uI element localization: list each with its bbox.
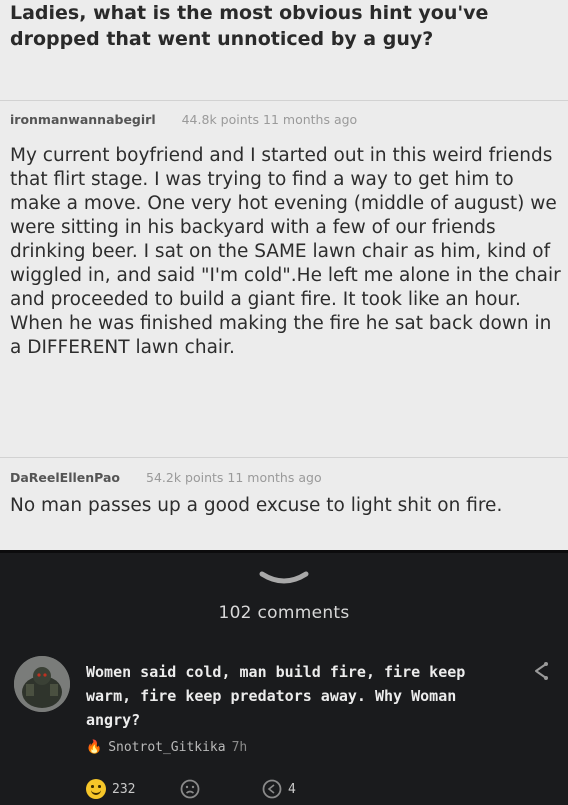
divider <box>0 457 568 458</box>
reply-body: No man passes up a good excuse to light … <box>10 495 503 516</box>
reply-count: 4 <box>288 781 296 797</box>
comment-body: My current boyfriend and I started out i… <box>10 145 561 358</box>
happy-reaction-icon <box>86 779 106 799</box>
comment-author-line: 🔥 Snotrot_Gitkika 7h <box>86 740 247 755</box>
flame-icon: 🔥 <box>86 740 103 755</box>
reply-meta: DaReelEllenPao 54.2k points 11 months ag… <box>10 470 322 485</box>
happy-count: 232 <box>112 781 136 797</box>
sad-reaction-icon <box>180 779 200 799</box>
happy-reaction[interactable]: 232 <box>86 778 135 800</box>
comment-meta: ironmanwannabegirl 44.8k points 11 month… <box>10 112 357 127</box>
reply-icon <box>262 779 282 799</box>
comments-count[interactable]: 102 comments <box>0 603 568 623</box>
comment-author[interactable]: Snotrot_Gitkika <box>108 740 225 755</box>
post-title: Ladies, what is the most obvious hint yo… <box>10 2 489 50</box>
comment-username[interactable]: ironmanwannabegirl <box>10 112 156 127</box>
comment-time: 7h <box>231 740 248 755</box>
top-comment-text: Women said cold, man build fire, fire ke… <box>86 663 466 729</box>
sad-reaction[interactable] <box>180 778 200 800</box>
share-icon[interactable] <box>530 660 552 682</box>
chevron-down-icon[interactable] <box>256 562 312 592</box>
comment-points-time: 44.8k points 11 months ago <box>181 112 358 127</box>
divider <box>0 100 568 101</box>
reply-button[interactable]: 4 <box>262 778 296 800</box>
avatar[interactable] <box>14 656 70 712</box>
reply-points-time: 54.2k points 11 months ago <box>146 470 322 485</box>
reply-username[interactable]: DaReelEllenPao <box>10 470 120 485</box>
reddit-post-screenshot: Ladies, what is the most obvious hint yo… <box>0 0 568 550</box>
separator <box>0 550 568 553</box>
